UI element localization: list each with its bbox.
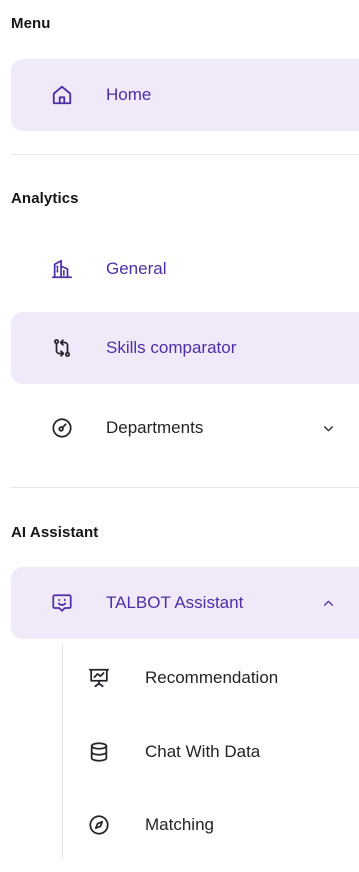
sidebar-item-home[interactable]: Home [11, 59, 359, 131]
chevron-up-icon[interactable] [321, 596, 335, 610]
submenu-item-matching-label: Matching [145, 815, 214, 834]
sidebar-item-general-label: General [106, 259, 167, 278]
sidebar-item-talbot-assistant[interactable]: TALBOT Assistant [11, 567, 359, 639]
sidebar-item-skills-comparator[interactable]: Skills comparator [11, 312, 359, 384]
chat-smile-icon [51, 592, 73, 614]
divider [11, 487, 359, 488]
chevron-down-icon[interactable] [321, 421, 335, 435]
submenu-item-chat-with-data[interactable]: Chat With Data [62, 722, 359, 782]
sidebar-item-talbot-label: TALBOT Assistant [106, 593, 244, 612]
section-title-menu: Menu [11, 15, 51, 32]
submenu-item-matching[interactable]: Matching [62, 795, 359, 855]
compass-icon [88, 814, 110, 836]
sidebar-item-general[interactable]: General [11, 233, 359, 305]
sidebar-item-skills-label: Skills comparator [106, 338, 237, 357]
sidebar-item-home-label: Home [106, 85, 152, 104]
submenu-item-chat-label: Chat With Data [145, 742, 261, 761]
presentation-chart-icon [88, 667, 110, 689]
section-title-analytics: Analytics [11, 190, 79, 207]
gauge-icon [51, 417, 73, 439]
compare-arrows-icon [51, 337, 73, 359]
sidebar-item-departments[interactable]: Departments [11, 392, 359, 464]
submenu-item-recommendation-label: Recommendation [145, 668, 279, 687]
building-icon [51, 258, 73, 280]
divider [11, 154, 359, 155]
section-title-ai-assistant: AI Assistant [11, 524, 99, 541]
database-icon [88, 741, 110, 763]
submenu-item-recommendation[interactable]: Recommendation [62, 648, 359, 708]
home-icon [51, 84, 73, 106]
sidebar-item-departments-label: Departments [106, 418, 204, 437]
